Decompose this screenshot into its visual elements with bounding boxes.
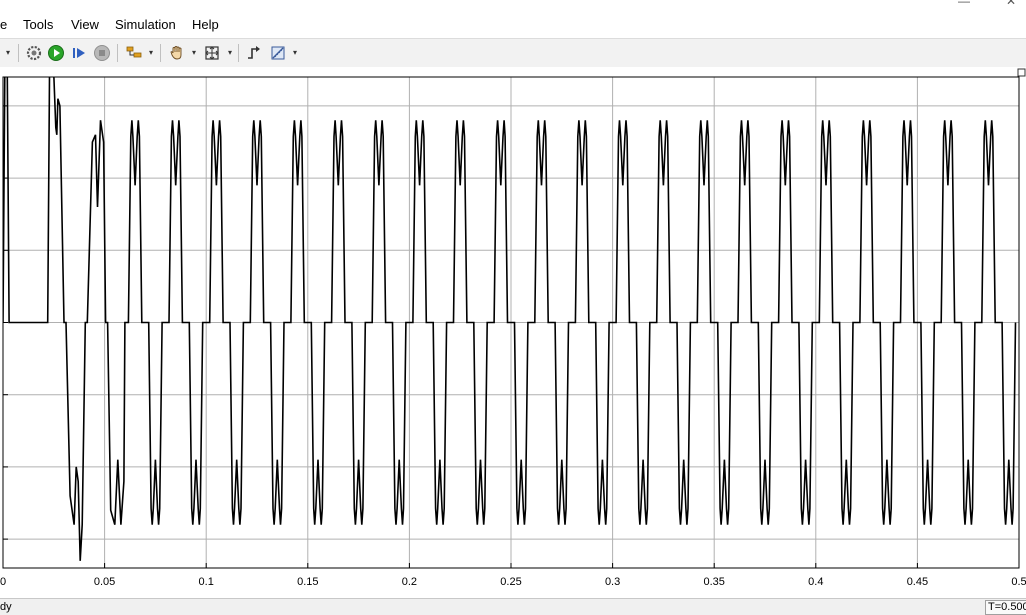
x-tick-label: 0.5 xyxy=(1011,576,1026,588)
stop-button[interactable] xyxy=(92,43,112,63)
signal-trace xyxy=(3,77,1017,561)
x-tick-label: 0 xyxy=(0,576,6,588)
signal-selector-button[interactable] xyxy=(124,43,144,63)
toolbar-separator xyxy=(117,44,118,62)
scope-chart[interactable]: 0 0.05 0.1 0.15 0.2 0.25 0.3 0.35 0.4 0.45 0.5 xyxy=(0,67,1026,598)
x-tick-label: 0.25 xyxy=(500,576,521,588)
x-tick-label: 0.05 xyxy=(94,576,115,588)
zoom-hand-button[interactable] xyxy=(167,43,187,63)
trigger-icon xyxy=(248,46,260,59)
close-button[interactable]: ✕ xyxy=(1006,0,1016,8)
x-tick-label: 0.1 xyxy=(199,576,214,588)
fit-to-view-icon xyxy=(205,46,219,60)
signal-selector-icon xyxy=(126,46,142,58)
trigger-button[interactable] xyxy=(244,43,264,63)
chevron-down-icon[interactable]: ▾ xyxy=(192,48,196,57)
x-tick-label: 0.4 xyxy=(808,576,823,588)
toolbar-separator xyxy=(160,44,161,62)
step-forward-icon xyxy=(73,48,85,58)
stop-icon xyxy=(94,45,110,61)
x-tick-label: 0.15 xyxy=(297,576,318,588)
run-play-icon xyxy=(48,45,64,61)
chevron-down-icon[interactable]: ▾ xyxy=(228,48,232,57)
chevron-down-icon[interactable]: ▾ xyxy=(149,48,153,57)
menu-simulation[interactable]: Simulation xyxy=(115,17,176,32)
expand-corner-icon[interactable] xyxy=(1017,68,1026,77)
measurement-ruler-icon xyxy=(271,46,285,60)
simulation-time-readout: T=0.500 xyxy=(985,600,1026,615)
x-tick-label: 0.45 xyxy=(907,576,928,588)
window-title-bar: — ✕ xyxy=(0,0,1026,12)
menu-tools[interactable]: Tools xyxy=(23,17,53,32)
settings-gear-icon xyxy=(26,45,42,61)
chevron-down-icon[interactable]: ▾ xyxy=(6,48,10,57)
status-bar: dy T=0.500 xyxy=(0,598,1026,615)
menu-help[interactable]: Help xyxy=(192,17,219,32)
menu-bar: e Tools View Simulation Help xyxy=(0,12,1026,38)
toolbar-separator xyxy=(238,44,239,62)
minimize-button[interactable]: — xyxy=(958,0,970,8)
fit-to-view-button[interactable] xyxy=(202,43,222,63)
toolbar-separator xyxy=(18,44,19,62)
chevron-down-icon[interactable]: ▾ xyxy=(293,48,297,57)
scope-plot-area[interactable]: 0 0.05 0.1 0.15 0.2 0.25 0.3 0.35 0.4 0.45 0.5 xyxy=(0,67,1026,598)
x-tick-labels: 0 0.05 0.1 0.15 0.2 0.25 0.3 0.35 0.4 0.45 0.5 xyxy=(0,563,1026,588)
settings-gear-button[interactable] xyxy=(24,43,44,63)
toolbar: ▾ ▾ ▾ ▾ ▾ xyxy=(0,38,1026,69)
menu-file[interactable]: e xyxy=(0,17,7,32)
x-tick-label: 0.35 xyxy=(703,576,724,588)
signal-line xyxy=(3,77,1017,561)
step-forward-button[interactable] xyxy=(69,43,89,63)
status-text: dy xyxy=(0,601,12,613)
menu-view[interactable]: View xyxy=(71,17,99,32)
run-button[interactable] xyxy=(46,43,66,63)
x-tick-label: 0.3 xyxy=(605,576,620,588)
measurement-button[interactable] xyxy=(268,43,288,63)
zoom-hand-icon xyxy=(170,46,182,60)
x-tick-label: 0.2 xyxy=(402,576,417,588)
expand-corner-icon[interactable] xyxy=(1017,68,1026,77)
